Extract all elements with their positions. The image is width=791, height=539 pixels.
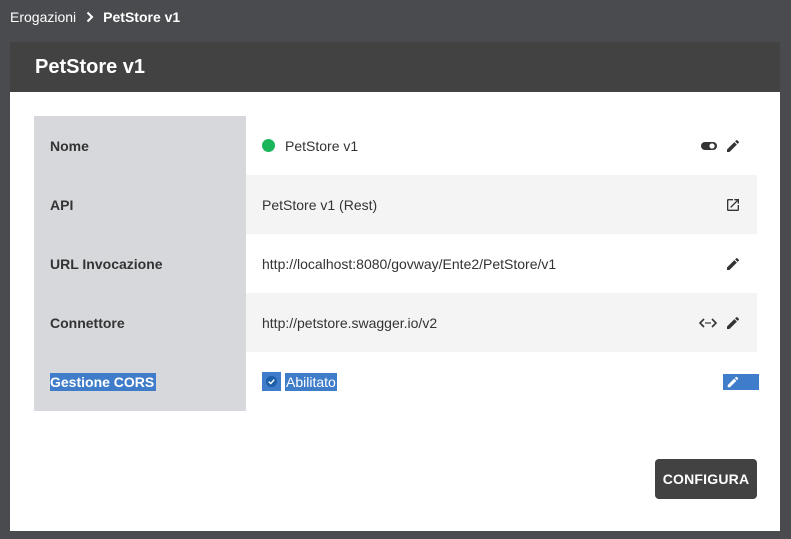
row-connettore: Connettore http://petstore.swagger.io/v2 bbox=[34, 293, 757, 352]
row-url-invocazione: URL Invocazione http://localhost:8080/go… bbox=[34, 234, 757, 293]
row-value: Abilitato bbox=[285, 372, 337, 391]
row-api: API PetStore v1 (Rest) bbox=[34, 175, 757, 234]
detail-card: PetStore v1 Nome PetStore v1 API PetStor… bbox=[10, 42, 780, 531]
row-label: API bbox=[34, 175, 246, 234]
edit-icon[interactable] bbox=[725, 256, 741, 272]
row-label: Nome bbox=[34, 116, 246, 175]
edit-icon[interactable] bbox=[725, 138, 741, 154]
status-dot-icon bbox=[262, 139, 275, 152]
row-nome: Nome PetStore v1 bbox=[34, 116, 757, 175]
row-label: URL Invocazione bbox=[34, 234, 246, 293]
open-in-new-icon[interactable] bbox=[725, 197, 741, 213]
row-value: PetStore v1 bbox=[285, 137, 359, 154]
row-label: Connettore bbox=[34, 293, 246, 352]
check-circle-icon bbox=[262, 372, 281, 391]
edit-icon[interactable] bbox=[725, 315, 741, 331]
code-arrows-icon[interactable] bbox=[699, 317, 717, 329]
edit-icon[interactable] bbox=[723, 374, 759, 390]
row-gestione-cors: Gestione CORS Abilitato bbox=[34, 352, 759, 411]
row-value: http://localhost:8080/govway/Ente2/PetSt… bbox=[262, 255, 557, 272]
configure-button[interactable]: CONFIGURA bbox=[655, 459, 757, 499]
breadcrumb: Erogazioni PetStore v1 bbox=[10, 7, 180, 27]
toggle-icon[interactable] bbox=[701, 141, 717, 151]
chevron-right-icon bbox=[86, 11, 94, 23]
row-value: http://petstore.swagger.io/v2 bbox=[262, 314, 438, 331]
card-title: PetStore v1 bbox=[10, 42, 780, 92]
breadcrumb-current: PetStore v1 bbox=[103, 9, 181, 25]
breadcrumb-link-erogazioni[interactable]: Erogazioni bbox=[10, 9, 76, 25]
row-label: Gestione CORS bbox=[50, 373, 157, 391]
row-value: PetStore v1 (Rest) bbox=[262, 196, 378, 213]
detail-table: Nome PetStore v1 API PetStore v1 (Rest) bbox=[34, 116, 759, 411]
